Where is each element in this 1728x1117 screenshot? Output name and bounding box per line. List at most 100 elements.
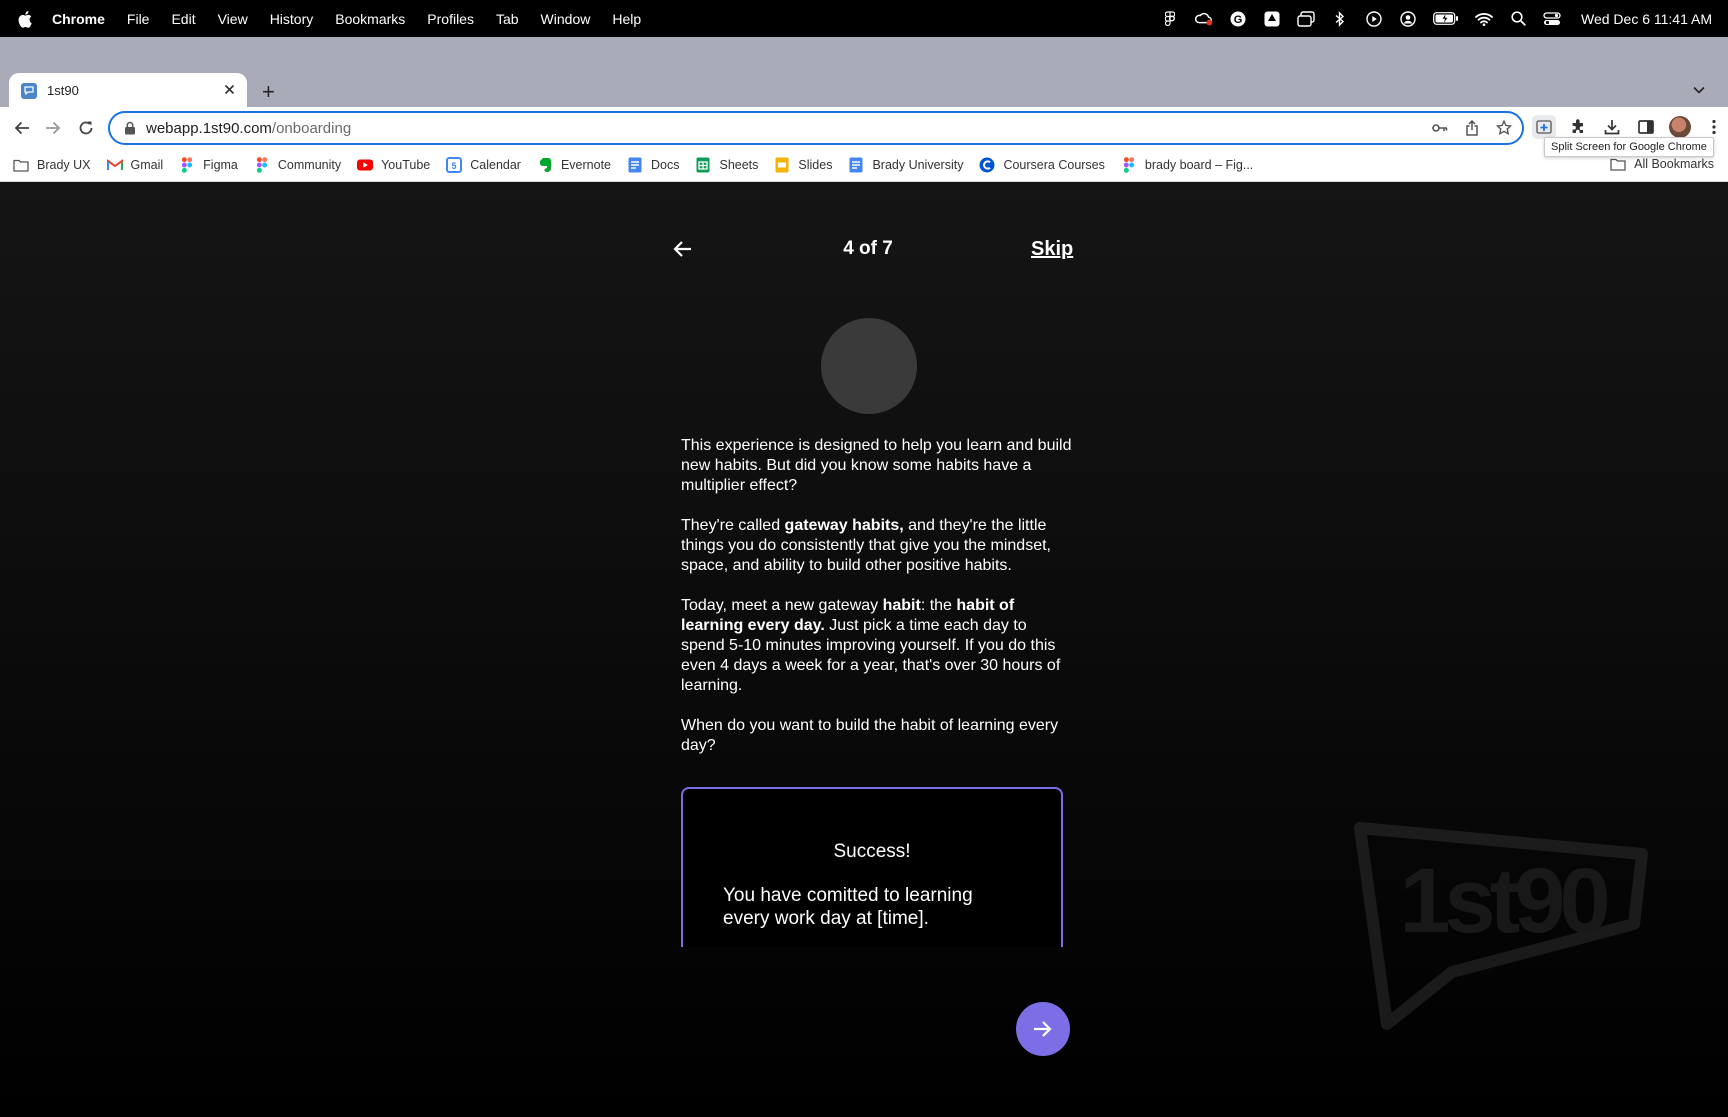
side-panel-icon[interactable] bbox=[1634, 115, 1658, 139]
gmail-icon bbox=[106, 159, 123, 170]
step-illustration-placeholder bbox=[821, 318, 917, 414]
bookmark-brady-board[interactable]: brady board – Fig... bbox=[1121, 157, 1253, 173]
battery-icon[interactable] bbox=[1433, 11, 1459, 27]
forward-nav-icon[interactable] bbox=[42, 117, 64, 139]
downloads-icon[interactable] bbox=[1600, 115, 1624, 139]
intro-paragraph: This experience is designed to help you … bbox=[681, 437, 1072, 494]
drive-icon[interactable] bbox=[1263, 11, 1281, 27]
bookmark-label: Docs bbox=[651, 158, 680, 172]
lock-icon[interactable] bbox=[124, 121, 136, 135]
bookmark-label: Evernote bbox=[560, 158, 611, 172]
bookmark-coursera[interactable]: Coursera Courses bbox=[979, 157, 1105, 173]
question-paragraph: When do you want to build the habit of l… bbox=[681, 717, 1059, 754]
spotlight-search-icon[interactable] bbox=[1509, 11, 1527, 27]
extensions-puzzle-icon[interactable] bbox=[1566, 115, 1590, 139]
folder-icon bbox=[1610, 158, 1626, 171]
bookmark-figma[interactable]: Figma bbox=[179, 157, 238, 173]
menu-tab[interactable]: Tab bbox=[496, 11, 519, 27]
bookmark-label: Slides bbox=[798, 158, 833, 172]
bookmark-docs[interactable]: Docs bbox=[627, 157, 679, 173]
figma-community-icon bbox=[256, 157, 268, 173]
text-span: Today, meet a new gateway bbox=[681, 597, 883, 614]
bookmark-slides[interactable]: Slides bbox=[774, 157, 832, 173]
menubar-clock[interactable]: Wed Dec 6 11:41 AM bbox=[1581, 11, 1712, 27]
profile-avatar[interactable] bbox=[1668, 115, 1692, 139]
browser-tab[interactable]: 1st90 bbox=[9, 73, 247, 108]
evernote-icon bbox=[539, 158, 551, 172]
onboarding-copy: This experience is designed to help you … bbox=[681, 436, 1073, 776]
gateway-habits-paragraph: They're called gateway habits, and they'… bbox=[681, 516, 1073, 576]
back-nav-icon[interactable] bbox=[11, 117, 33, 139]
tab-title: 1st90 bbox=[47, 83, 79, 98]
extension-icons bbox=[1532, 115, 1726, 139]
success-card: Success! You have comitted to learning e… bbox=[681, 787, 1063, 947]
bookmark-label: Brady UX bbox=[37, 158, 91, 172]
success-message: You have comitted to learning every work… bbox=[723, 885, 973, 929]
grammarly-icon[interactable]: G bbox=[1229, 11, 1247, 27]
bookmark-sheets[interactable]: Sheets bbox=[695, 157, 758, 173]
menu-view[interactable]: View bbox=[218, 11, 248, 27]
menu-app-chrome[interactable]: Chrome bbox=[52, 11, 105, 27]
new-tab-button[interactable]: + bbox=[262, 79, 275, 105]
step-progress: 4 of 7 bbox=[843, 238, 893, 259]
sheets-icon bbox=[696, 157, 710, 173]
screens-icon[interactable] bbox=[1297, 10, 1315, 27]
extension-tooltip: Split Screen for Google Chrome bbox=[1544, 137, 1714, 157]
bluetooth-icon[interactable] bbox=[1331, 10, 1349, 27]
user-circle-icon[interactable] bbox=[1399, 10, 1417, 27]
1st90-watermark-logo: 1st90 bbox=[1354, 822, 1648, 1030]
chrome-menu-icon[interactable] bbox=[1702, 115, 1726, 139]
bookmark-label: brady board – Fig... bbox=[1144, 158, 1254, 172]
bookmark-brady-ux[interactable]: Brady UX bbox=[13, 157, 91, 173]
avatar bbox=[1669, 116, 1691, 138]
folder-icon bbox=[13, 159, 29, 172]
svg-text:G: G bbox=[1234, 14, 1243, 26]
menu-file[interactable]: File bbox=[127, 11, 150, 27]
control-center-icon[interactable] bbox=[1543, 11, 1561, 27]
tab-close-icon[interactable] bbox=[224, 82, 235, 100]
menu-profiles[interactable]: Profiles bbox=[427, 11, 474, 27]
bookmark-brady-university[interactable]: Brady University bbox=[848, 157, 963, 173]
bookmark-label: Coursera Courses bbox=[1003, 158, 1105, 172]
bold-habit: habit bbox=[882, 597, 921, 614]
wifi-icon[interactable] bbox=[1475, 11, 1493, 27]
next-button[interactable] bbox=[1016, 1002, 1070, 1056]
apple-icon[interactable] bbox=[18, 10, 34, 28]
address-bar[interactable]: webapp.1st90.com/onboarding bbox=[108, 111, 1524, 145]
creative-cloud-icon[interactable] bbox=[1195, 11, 1213, 27]
menu-bookmarks[interactable]: Bookmarks bbox=[335, 11, 405, 27]
bookmark-star-icon[interactable] bbox=[1496, 120, 1512, 136]
reload-icon[interactable] bbox=[75, 117, 97, 139]
bookmark-gmail[interactable]: Gmail bbox=[106, 157, 163, 173]
youtube-icon bbox=[357, 159, 374, 171]
bookmark-community[interactable]: Community bbox=[254, 157, 341, 173]
all-bookmarks-label: All Bookmarks bbox=[1634, 157, 1714, 171]
bookmark-youtube[interactable]: YouTube bbox=[357, 157, 430, 173]
tab-search-chevron-icon[interactable] bbox=[1692, 83, 1706, 97]
all-bookmarks-button[interactable]: All Bookmarks bbox=[1610, 157, 1714, 171]
menu-history[interactable]: History bbox=[270, 11, 314, 27]
split-screen-extension-icon[interactable] bbox=[1532, 115, 1556, 139]
figma-status-icon[interactable] bbox=[1161, 11, 1179, 27]
chrome-toolbar: webapp.1st90.com/onboarding bbox=[0, 107, 1728, 149]
status-area: G Wed Dec 6 11:41 AM bbox=[1161, 11, 1712, 27]
figma-icon bbox=[1123, 157, 1135, 173]
text-span: : the bbox=[920, 597, 957, 614]
onboarding-header: 4 of 7 Skip bbox=[672, 238, 1073, 268]
play-icon[interactable] bbox=[1365, 10, 1383, 27]
password-key-icon[interactable] bbox=[1432, 120, 1448, 136]
menu-window[interactable]: Window bbox=[541, 11, 591, 27]
share-icon[interactable] bbox=[1464, 120, 1480, 136]
macos-menubar: Chrome File Edit View History Bookmarks … bbox=[0, 0, 1728, 37]
menu-help[interactable]: Help bbox=[612, 11, 641, 27]
menu-edit[interactable]: Edit bbox=[171, 11, 195, 27]
bookmark-label: Calendar bbox=[470, 158, 521, 172]
bookmark-label: Figma bbox=[203, 158, 238, 172]
coursera-icon bbox=[979, 157, 995, 173]
bookmark-calendar[interactable]: 5 Calendar bbox=[446, 157, 521, 173]
skip-link[interactable]: Skip bbox=[1031, 238, 1073, 261]
svg-text:5: 5 bbox=[452, 161, 457, 171]
bookmark-evernote[interactable]: Evernote bbox=[537, 157, 611, 173]
bookmark-label: Sheets bbox=[719, 158, 759, 172]
slides-icon bbox=[775, 157, 789, 173]
